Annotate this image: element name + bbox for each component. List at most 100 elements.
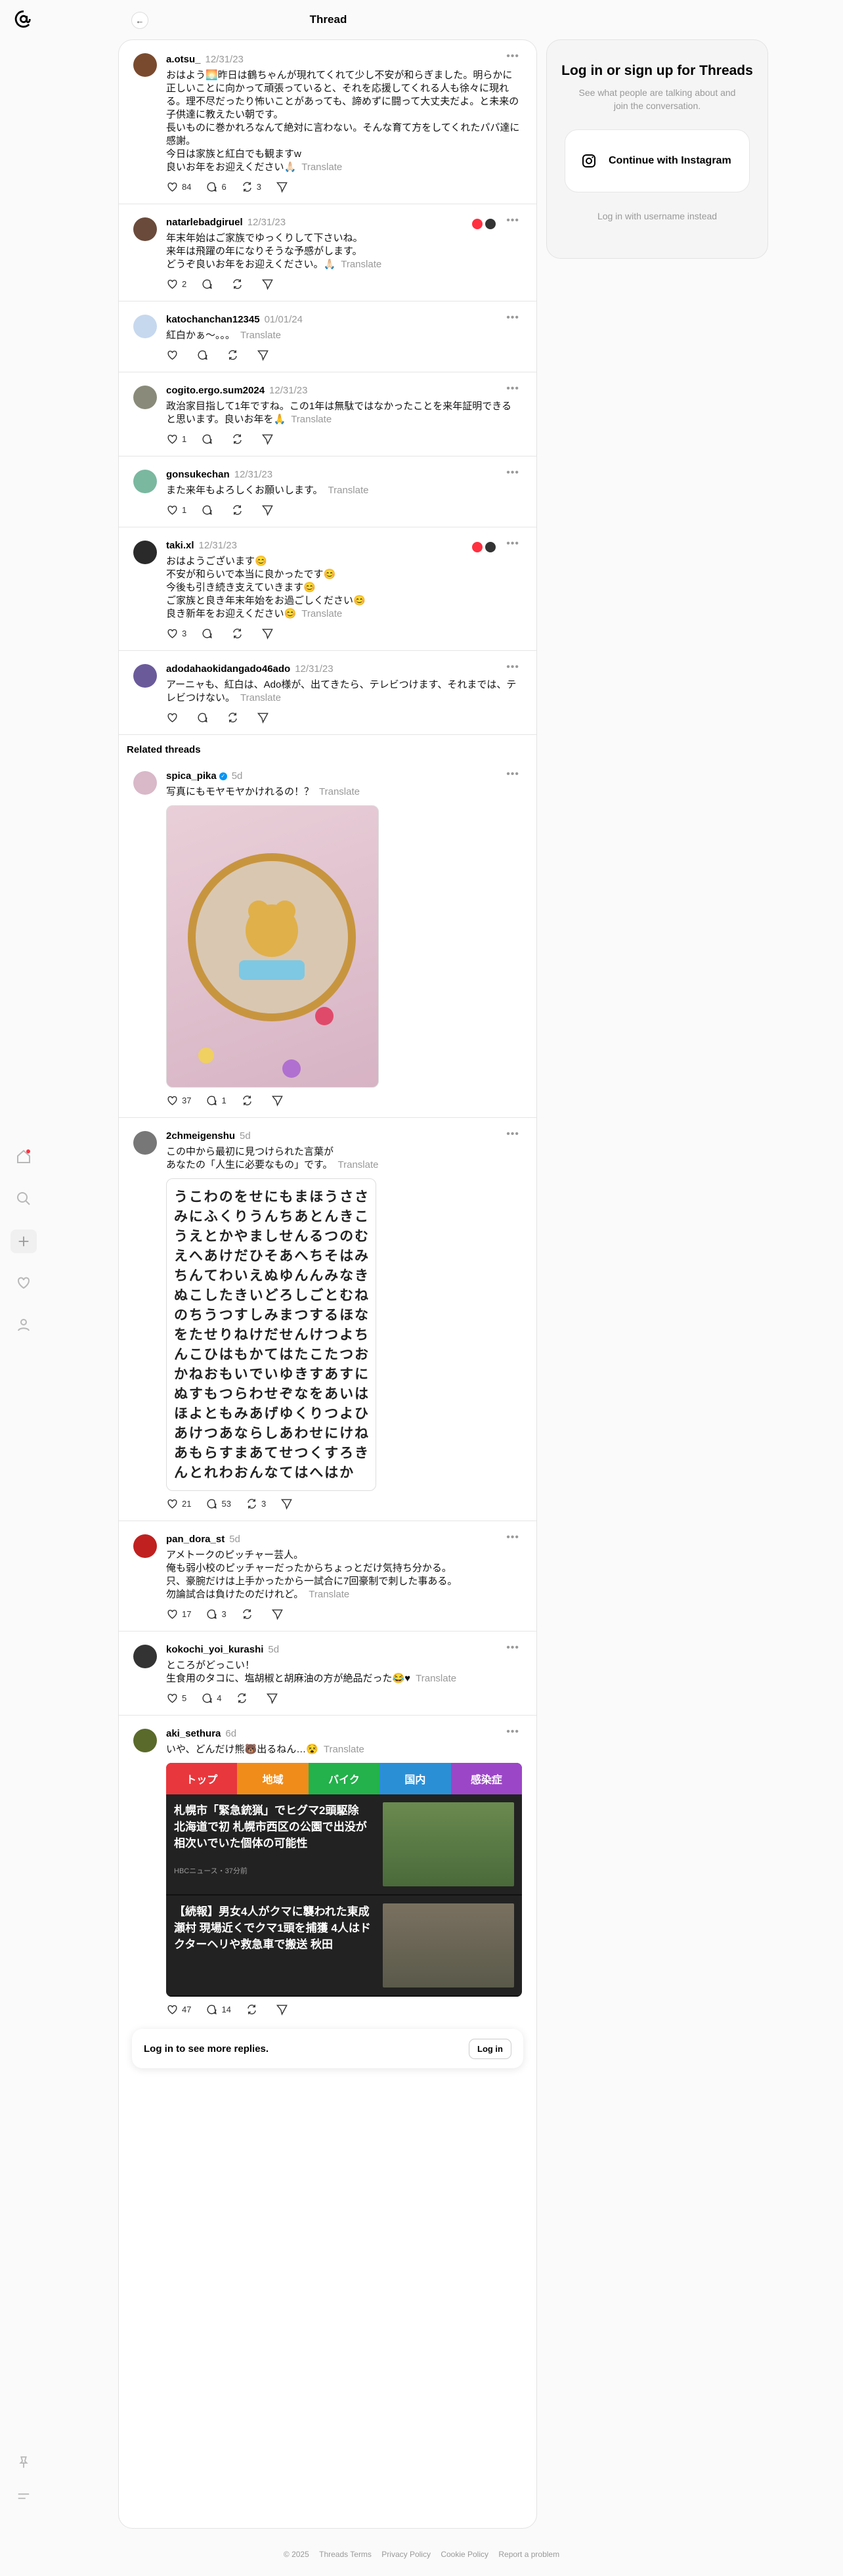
more-icon[interactable]: ••• bbox=[506, 538, 519, 550]
translate-link[interactable]: Translate bbox=[341, 259, 381, 270]
translate-link[interactable]: Translate bbox=[291, 414, 332, 425]
share-button[interactable] bbox=[280, 1498, 293, 1510]
create-icon[interactable] bbox=[11, 1230, 37, 1253]
avatar[interactable] bbox=[133, 1729, 157, 1752]
more-icon[interactable]: ••• bbox=[506, 215, 519, 227]
profile-icon[interactable] bbox=[14, 1315, 33, 1335]
reply-button[interactable]: 6 bbox=[205, 181, 227, 193]
repost-button[interactable] bbox=[236, 1692, 251, 1704]
like-button[interactable] bbox=[166, 711, 182, 724]
more-icon[interactable]: ••• bbox=[506, 1642, 519, 1654]
post-image[interactable] bbox=[166, 805, 379, 1088]
translate-link[interactable]: Translate bbox=[240, 330, 281, 341]
cookie-link[interactable]: Cookie Policy bbox=[441, 2550, 488, 2559]
reply-button[interactable]: 4 bbox=[201, 1692, 221, 1704]
reply-button[interactable] bbox=[201, 504, 217, 516]
share-button[interactable] bbox=[261, 627, 274, 640]
translate-link[interactable]: Translate bbox=[328, 485, 369, 496]
translate-link[interactable]: Translate bbox=[416, 1673, 456, 1684]
threads-logo-icon[interactable] bbox=[14, 9, 33, 29]
translate-link[interactable]: Translate bbox=[338, 1159, 379, 1170]
avatar[interactable] bbox=[133, 470, 157, 493]
username[interactable]: 2chmeigenshu bbox=[166, 1130, 235, 1142]
share-button[interactable] bbox=[261, 278, 274, 290]
like-button[interactable]: 37 bbox=[166, 1094, 191, 1107]
reply-button[interactable] bbox=[201, 433, 217, 445]
translate-link[interactable]: Translate bbox=[309, 1589, 349, 1600]
like-button[interactable]: 1 bbox=[166, 433, 186, 445]
avatar[interactable] bbox=[133, 386, 157, 409]
username[interactable]: katochanchan12345 bbox=[166, 314, 260, 325]
reply-button[interactable]: 14 bbox=[205, 2003, 231, 2016]
more-icon[interactable]: ••• bbox=[506, 51, 519, 62]
continue-instagram-button[interactable]: Continue with Instagram bbox=[565, 129, 750, 192]
like-button[interactable]: 2 bbox=[166, 278, 186, 290]
avatar[interactable] bbox=[133, 53, 157, 77]
repost-button[interactable]: 3 bbox=[246, 1498, 266, 1510]
pin-icon[interactable] bbox=[14, 2453, 33, 2472]
avatar[interactable] bbox=[133, 217, 157, 241]
more-icon[interactable]: ••• bbox=[506, 1128, 519, 1140]
avatar[interactable] bbox=[133, 1534, 157, 1558]
like-button[interactable]: 17 bbox=[166, 1608, 191, 1620]
username[interactable]: cogito.ergo.sum2024 bbox=[166, 385, 265, 396]
avatar[interactable] bbox=[133, 771, 157, 795]
avatar[interactable] bbox=[133, 1645, 157, 1668]
like-button[interactable]: 1 bbox=[166, 504, 186, 516]
repost-button[interactable] bbox=[241, 1094, 257, 1107]
username[interactable]: gonsukechan bbox=[166, 469, 230, 480]
terms-link[interactable]: Threads Terms bbox=[319, 2550, 372, 2559]
share-button[interactable] bbox=[261, 433, 274, 445]
username[interactable]: adodahaokidangado46ado bbox=[166, 663, 290, 675]
repost-button[interactable] bbox=[227, 349, 242, 361]
repost-button[interactable] bbox=[231, 504, 247, 516]
share-button[interactable] bbox=[276, 181, 288, 193]
username[interactable]: a.otsu_ bbox=[166, 54, 201, 65]
username[interactable]: kokochi_yoi_kurashi bbox=[166, 1644, 263, 1655]
reply-button[interactable]: 53 bbox=[205, 1498, 231, 1510]
privacy-link[interactable]: Privacy Policy bbox=[381, 2550, 431, 2559]
like-button[interactable]: 21 bbox=[166, 1498, 191, 1510]
translate-link[interactable]: Translate bbox=[319, 786, 360, 797]
word-search-image[interactable]: うこわのをせにもまほうささみにふくりうんちあとんきこうえとかやましせんるつのむえ… bbox=[166, 1178, 376, 1491]
translate-link[interactable]: Translate bbox=[324, 1744, 364, 1755]
report-link[interactable]: Report a problem bbox=[498, 2550, 559, 2559]
username[interactable]: natarlebadgiruel bbox=[166, 217, 243, 228]
news-screenshot[interactable]: トップ 地域 バイク 国内 感染症 札幌市「緊急銃猟」でヒグマ2頭駆除 北海道で初 札幌市… bbox=[166, 1763, 522, 1997]
more-icon[interactable]: ••• bbox=[506, 661, 519, 673]
share-button[interactable] bbox=[261, 504, 274, 516]
repost-button[interactable] bbox=[241, 1608, 257, 1620]
username[interactable]: pan_dora_st bbox=[166, 1534, 225, 1545]
username-login-link[interactable]: Log in with username instead bbox=[547, 211, 767, 221]
more-icon[interactable]: ••• bbox=[506, 312, 519, 324]
translate-link[interactable]: Translate bbox=[240, 692, 281, 703]
like-button[interactable] bbox=[166, 349, 182, 361]
like-button[interactable]: 84 bbox=[166, 181, 191, 193]
back-button[interactable]: ← bbox=[131, 12, 148, 29]
login-button[interactable]: Log in bbox=[469, 2038, 511, 2059]
search-icon[interactable] bbox=[14, 1189, 33, 1209]
repost-button[interactable] bbox=[231, 433, 247, 445]
like-button[interactable]: 3 bbox=[166, 627, 186, 640]
repost-button[interactable] bbox=[231, 627, 247, 640]
share-button[interactable] bbox=[271, 1094, 284, 1107]
avatar[interactable] bbox=[133, 541, 157, 564]
translate-link[interactable]: Translate bbox=[301, 608, 342, 619]
heart-icon[interactable] bbox=[14, 1273, 33, 1293]
reply-button[interactable] bbox=[196, 349, 212, 361]
share-button[interactable] bbox=[266, 1692, 278, 1704]
reply-button[interactable] bbox=[196, 711, 212, 724]
share-button[interactable] bbox=[257, 711, 269, 724]
username[interactable]: taki.xl bbox=[166, 540, 194, 551]
username[interactable]: aki_sethura bbox=[166, 1728, 221, 1739]
avatar[interactable] bbox=[133, 664, 157, 688]
share-button[interactable] bbox=[271, 1608, 284, 1620]
share-button[interactable] bbox=[257, 349, 269, 361]
repost-button[interactable] bbox=[227, 711, 242, 724]
repost-button[interactable] bbox=[231, 278, 247, 290]
avatar[interactable] bbox=[133, 315, 157, 338]
share-button[interactable] bbox=[276, 2003, 288, 2016]
avatar[interactable] bbox=[133, 1131, 157, 1155]
reply-button[interactable] bbox=[201, 278, 217, 290]
like-button[interactable]: 47 bbox=[166, 2003, 191, 2016]
